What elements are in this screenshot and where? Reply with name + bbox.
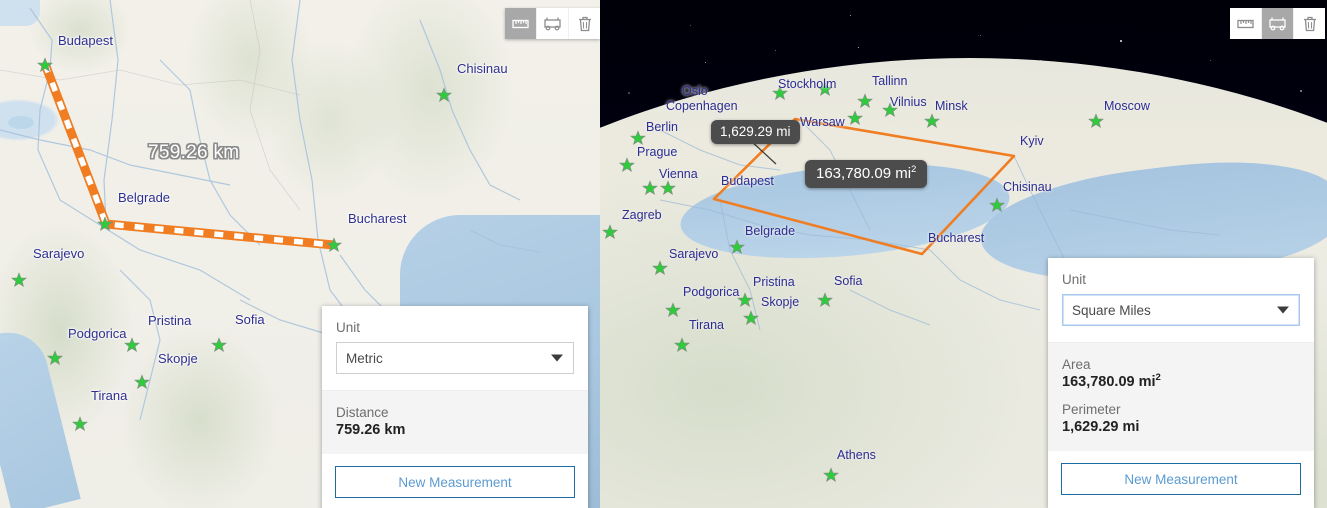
panel-actions: New Measurement <box>322 454 588 508</box>
measurement-comparison-screenshot: Budapest Chisinau Belgrade Bucharest Sarajev… <box>0 0 1327 508</box>
clear-measurement-button-3d[interactable] <box>1294 8 1325 39</box>
perimeter-result-label: Perimeter <box>1062 402 1121 417</box>
area-callout-value: 163,780.09 mi <box>816 165 912 182</box>
trash-icon <box>578 16 591 31</box>
new-measurement-button-3d[interactable]: New Measurement <box>1061 463 1301 495</box>
area-callout-exponent: 2 <box>911 164 917 174</box>
background-star <box>705 62 706 63</box>
chevron-down-icon <box>551 354 563 362</box>
area-callout: 163,780.09 mi2 <box>805 160 928 188</box>
background-star <box>690 25 691 26</box>
background-star <box>850 15 851 16</box>
results-section-3d: Area 163,780.09 mi2 Perimeter 1,629.29 m… <box>1048 342 1314 451</box>
unit-select-value-3d: Square Miles <box>1072 302 1151 318</box>
panel-actions-3d: New Measurement <box>1048 451 1314 508</box>
perimeter-callout: 1,629.29 mi <box>711 120 800 144</box>
distance-result-value: 759.26 km <box>336 422 406 438</box>
background-star <box>628 92 630 94</box>
background-star <box>1210 60 1211 61</box>
trash-icon <box>1303 16 1316 31</box>
distance-result-label: Distance <box>336 405 389 420</box>
small-lake-water <box>8 116 34 129</box>
distance-measure-tool-button-3d[interactable] <box>1230 8 1262 39</box>
2d-measurement-toolbar[interactable] <box>505 8 600 39</box>
background-star <box>1300 90 1302 92</box>
results-section: Distance 759.26 km <box>322 390 588 454</box>
area-measure-icon <box>1269 17 1286 31</box>
unit-select-value: Metric <box>346 350 383 366</box>
3d-measurement-toolbar[interactable] <box>1230 8 1325 39</box>
distance-measure-icon <box>1237 19 1254 28</box>
lake-balaton-water <box>0 0 40 26</box>
area-measure-tool-button-3d[interactable] <box>1262 8 1294 39</box>
clear-measurement-button[interactable] <box>569 8 600 39</box>
area-measurement-panel[interactable]: Unit Square Miles Area 163,780.09 mi2 Pe… <box>1048 258 1314 508</box>
distance-measurement-panel[interactable]: Unit Metric Distance 759.26 km New Measu… <box>322 306 588 508</box>
3d-globe-view[interactable]: Oslo Stockholm Tallinn Copenhagen Vilnius Min… <box>600 0 1327 508</box>
2d-map-view[interactable]: Budapest Chisinau Belgrade Bucharest Sarajev… <box>0 0 600 508</box>
unit-section: Unit Metric <box>322 306 588 390</box>
area-measure-icon <box>544 17 561 31</box>
chevron-down-icon <box>1277 306 1289 314</box>
new-measurement-button[interactable]: New Measurement <box>335 466 575 498</box>
unit-select-3d[interactable]: Square Miles <box>1062 294 1300 326</box>
unit-label-3d: Unit <box>1062 272 1087 287</box>
area-result-number: 163,780.09 mi <box>1062 374 1156 390</box>
area-result-exponent: 2 <box>1155 372 1161 384</box>
background-star <box>1120 40 1122 42</box>
unit-label: Unit <box>336 320 361 335</box>
distance-measure-icon <box>512 19 529 28</box>
background-star <box>858 47 859 48</box>
area-result-value: 163,780.09 mi2 <box>1062 372 1300 390</box>
distance-map-label: 759.26 km <box>148 142 240 163</box>
perimeter-result-value: 1,629.29 mi <box>1062 419 1140 435</box>
background-star <box>980 35 981 36</box>
distance-measure-tool-button[interactable] <box>505 8 537 39</box>
unit-section-3d: Unit Square Miles <box>1048 258 1314 342</box>
background-star <box>775 50 776 51</box>
area-measure-tool-button[interactable] <box>537 8 569 39</box>
area-result-label: Area <box>1062 357 1091 372</box>
unit-select[interactable]: Metric <box>336 342 574 374</box>
